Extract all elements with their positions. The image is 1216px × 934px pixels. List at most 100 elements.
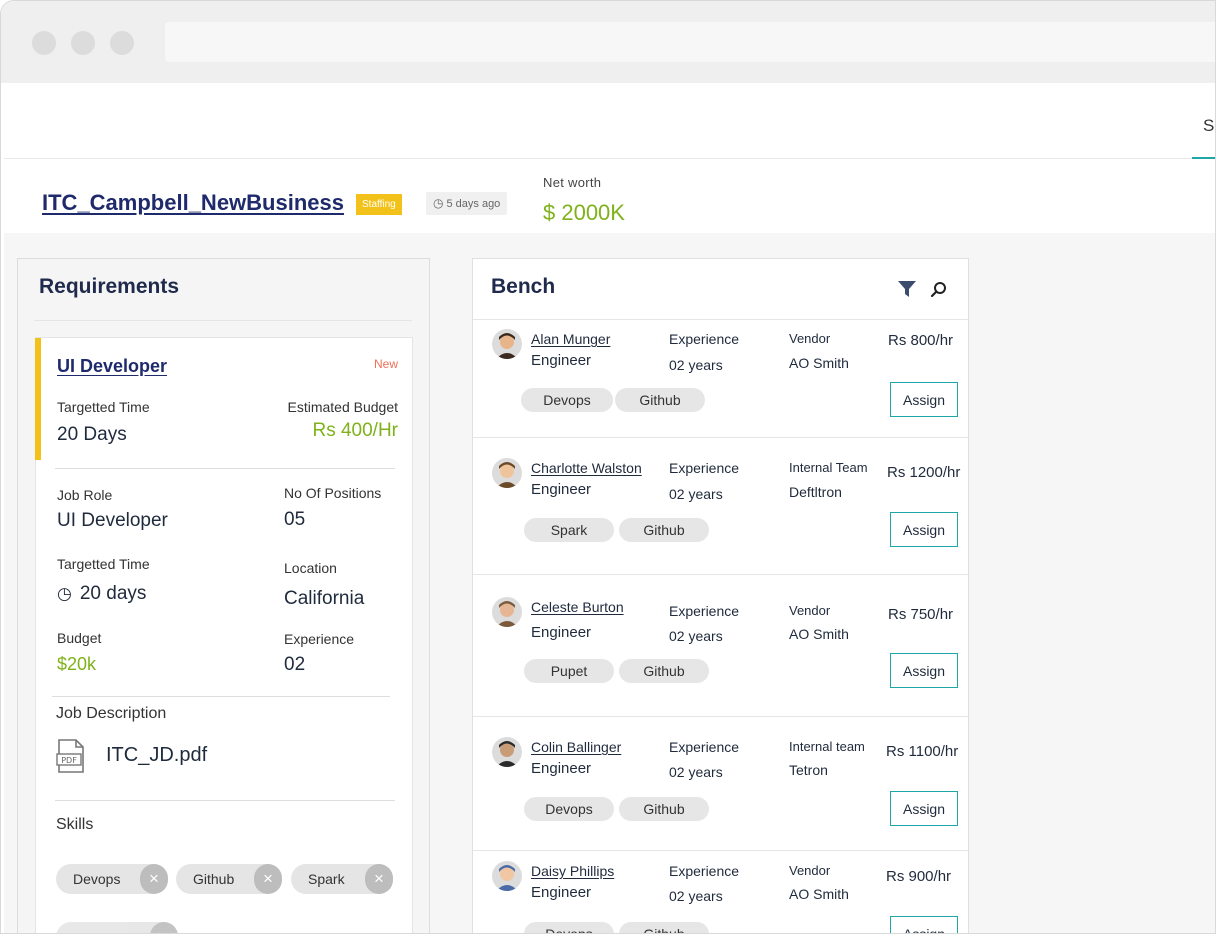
organization-label: Internal Team — [789, 460, 868, 475]
hourly-rate: Rs 900/hr — [886, 868, 952, 885]
candidate-name[interactable]: Celeste Burton — [531, 599, 624, 615]
window-close-dot[interactable] — [32, 31, 56, 55]
pdf-file-icon: PDF — [56, 739, 84, 773]
targetted-time-label: Targetted Time — [57, 556, 150, 572]
estimated-budget-value: Rs 400/Hr — [312, 420, 398, 441]
candidate-name[interactable]: Daisy Phillips — [531, 863, 614, 879]
hourly-rate: Rs 1100/hr — [886, 743, 959, 760]
window-maximize-dot[interactable] — [110, 31, 134, 55]
candidate-role: Engineer — [531, 884, 592, 901]
budget-label: Budget — [57, 630, 102, 646]
organization-label: Vendor — [789, 331, 831, 346]
skill-tag: Github — [615, 388, 705, 412]
job-role-value: UI Developer — [57, 510, 168, 531]
assign-button[interactable]: Assign — [890, 382, 958, 417]
card-accent-bar — [35, 338, 41, 460]
skill-tag: Github — [619, 659, 709, 683]
search-icon[interactable] — [930, 281, 948, 299]
avatar[interactable] — [492, 329, 522, 359]
job-description-label: Job Description — [56, 705, 167, 722]
age-text: 5 days ago — [446, 198, 501, 210]
skill-label: Github — [193, 871, 235, 887]
skill-tag: Pupet — [524, 659, 614, 683]
skill-tag: Devops — [524, 797, 614, 821]
avatar[interactable] — [492, 597, 522, 627]
organization-value: AO Smith — [789, 626, 849, 642]
address-bar[interactable] — [165, 22, 1215, 62]
divider — [55, 468, 395, 469]
job-role-label: Job Role — [57, 487, 113, 503]
skills-label: Skills — [56, 816, 94, 833]
estimated-budget-label: Estimated Budget — [287, 399, 398, 415]
experience-label: Experience — [669, 863, 740, 879]
assign-button[interactable]: Assign — [890, 512, 958, 547]
requirement-card[interactable]: UI Developer New Targetted Time 20 Days … — [35, 337, 413, 933]
organization-value: Tetron — [789, 762, 828, 778]
networth-label: Net worth — [543, 175, 602, 190]
organization-label: Vendor — [789, 603, 831, 618]
skill-tag: Spark — [524, 518, 614, 542]
skill-tag: Github — [619, 518, 709, 542]
organization-label: Vendor — [789, 863, 831, 878]
organization-value: Deftltron — [789, 484, 842, 500]
organization-value: AO Smith — [789, 886, 849, 902]
assign-button[interactable]: Assign — [890, 653, 958, 688]
remove-skill-icon[interactable]: × — [140, 864, 168, 894]
assign-button[interactable]: Assign — [890, 916, 958, 933]
avatar[interactable] — [492, 737, 522, 767]
positions-value: 05 — [284, 509, 306, 530]
top-nav: Sa — [4, 83, 1215, 160]
budget-value: $20k — [57, 654, 97, 674]
skill-label: Spark — [308, 871, 345, 887]
experience-value: 02 years — [669, 764, 723, 780]
experience-value: 02 years — [669, 628, 723, 644]
window-minimize-dot[interactable] — [71, 31, 95, 55]
skill-tag: Devops — [524, 922, 614, 933]
clock-icon: ◷ — [57, 584, 72, 603]
bench-row: Alan Munger Engineer Experience 02 years… — [473, 320, 968, 438]
experience-value: 02 years — [669, 357, 723, 373]
hourly-rate: Rs 1200/hr — [887, 464, 961, 481]
experience-value: 02 years — [669, 486, 723, 502]
hourly-rate: Rs 750/hr — [888, 606, 954, 623]
browser-window: Sa ITC_Campbell_NewBusiness Staffing ◷ 5 … — [0, 0, 1216, 934]
assign-button[interactable]: Assign — [890, 791, 958, 826]
remove-skill-icon[interactable]: × — [254, 864, 282, 894]
candidate-role: Engineer — [531, 352, 592, 369]
avatar[interactable] — [492, 861, 522, 891]
avatar[interactable] — [492, 458, 522, 488]
location-label: Location — [284, 560, 337, 576]
remove-skill-icon[interactable]: × — [365, 864, 393, 894]
experience-value: 02 — [284, 654, 306, 675]
requirements-panel: Requirements UI Developer New Targetted … — [17, 258, 430, 933]
candidate-name[interactable]: Charlotte Walston — [531, 460, 642, 476]
targetted-time-value: ◷ 20 days — [57, 583, 146, 605]
experience-label: Experience — [669, 603, 740, 619]
project-title[interactable]: ITC_Campbell_NewBusiness — [42, 190, 344, 216]
experience-label: Experience — [669, 331, 740, 347]
divider — [52, 696, 390, 697]
requirements-title: Requirements — [39, 275, 180, 298]
requirement-title[interactable]: UI Developer — [57, 356, 167, 377]
organization-label: Internal team — [789, 739, 865, 754]
remove-skill-icon[interactable]: × — [150, 922, 178, 933]
nav-tab-active[interactable]: Sa — [1203, 116, 1215, 136]
targetted-time-label: Targetted Time — [57, 399, 150, 415]
svg-text:PDF: PDF — [61, 756, 77, 765]
main-content: Requirements UI Developer New Targetted … — [4, 233, 1215, 933]
jd-file-link[interactable]: ITC_JD.pdf — [106, 744, 207, 767]
targetted-days: 20 days — [79, 583, 147, 604]
candidate-name[interactable]: Alan Munger — [531, 331, 610, 347]
experience-label: Experience — [669, 739, 740, 755]
experience-label: Experience — [669, 460, 740, 476]
skill-chip: Github × — [176, 864, 282, 894]
filter-icon[interactable] — [898, 280, 916, 298]
candidate-name[interactable]: Colin Ballinger — [531, 739, 621, 755]
bench-title: Bench — [491, 275, 556, 298]
staffing-badge: Staffing — [356, 194, 402, 215]
skill-chip-overflow: × — [56, 922, 178, 933]
skill-tag: Github — [619, 797, 709, 821]
skill-tag: Devops — [521, 388, 613, 412]
organization-value: AO Smith — [789, 355, 849, 371]
bench-row: Colin Ballinger Engineer Experience 02 y… — [473, 717, 968, 851]
